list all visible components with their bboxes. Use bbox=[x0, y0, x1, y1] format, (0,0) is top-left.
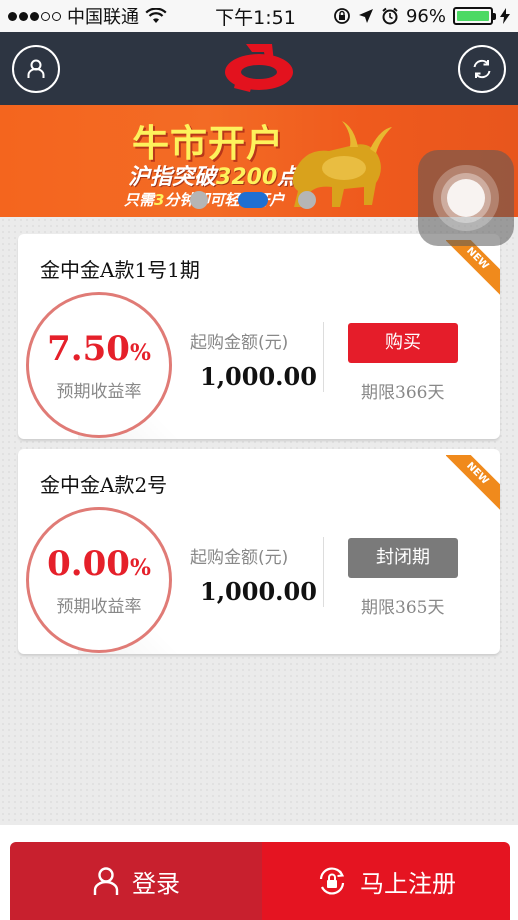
refresh-button[interactable] bbox=[458, 45, 506, 93]
wifi-icon bbox=[145, 8, 167, 23]
min-amount-value: 1,000.00 bbox=[200, 577, 317, 606]
charging-icon bbox=[500, 8, 510, 24]
user-icon bbox=[93, 867, 119, 895]
signal-strength-icon bbox=[8, 11, 61, 21]
register-button[interactable]: 马上注册 bbox=[262, 842, 510, 920]
assistive-touch-button[interactable] bbox=[418, 150, 514, 246]
expected-rate: 0.00% bbox=[47, 543, 151, 584]
lock-refresh-icon bbox=[319, 867, 345, 895]
min-amount-label: 起购金额(元) bbox=[190, 548, 289, 568]
rate-circle: 0.00% 预期收益率 bbox=[26, 507, 172, 653]
product-list: 金中金A款1号1期 NEW 7.50% 预期收益率 起购金额(元) 1,000.… bbox=[0, 217, 518, 825]
banner-page-dot[interactable] bbox=[298, 191, 316, 209]
rate-circle: 7.50% 预期收益率 bbox=[26, 292, 172, 438]
login-label: 登录 bbox=[132, 869, 180, 898]
new-badge: NEW bbox=[446, 240, 500, 296]
rate-label: 预期收益率 bbox=[56, 381, 142, 402]
carrier-name: 中国联通 bbox=[67, 7, 139, 28]
bottom-action-bar: 登录 马上注册 bbox=[0, 825, 518, 920]
term-text: 期限365天 bbox=[361, 598, 445, 618]
divider bbox=[323, 537, 324, 607]
buy-button[interactable]: 购买 bbox=[348, 323, 458, 363]
rate-label: 预期收益率 bbox=[56, 596, 142, 617]
register-label: 马上注册 bbox=[360, 869, 456, 898]
refresh-icon bbox=[473, 59, 491, 79]
divider bbox=[323, 322, 324, 392]
location-icon bbox=[358, 9, 373, 23]
status-bar: 中国联通 下午1:51 96% bbox=[0, 0, 518, 32]
login-button[interactable]: 登录 bbox=[10, 842, 262, 920]
orientation-lock-icon bbox=[334, 8, 350, 24]
profile-button[interactable] bbox=[12, 45, 60, 93]
banner-pager[interactable] bbox=[190, 191, 316, 209]
status-bar-right: 96% bbox=[333, 6, 510, 27]
product-card[interactable]: 金中金A款2号 NEW 0.00% 预期收益率 起购金额(元) 1,000.00… bbox=[18, 449, 500, 654]
min-amount-value: 1,000.00 bbox=[200, 362, 317, 391]
product-title: 金中金A款2号 bbox=[40, 473, 168, 497]
app-header bbox=[0, 32, 518, 105]
battery-icon bbox=[453, 7, 496, 25]
product-card[interactable]: 金中金A款1号1期 NEW 7.50% 预期收益率 起购金额(元) 1,000.… bbox=[18, 234, 500, 439]
term-text: 期限366天 bbox=[361, 383, 445, 403]
brand-logo-icon bbox=[225, 44, 293, 92]
closed-period-button[interactable]: 封闭期 bbox=[348, 538, 458, 578]
banner-page-dot-active[interactable] bbox=[238, 192, 268, 208]
alarm-icon bbox=[382, 7, 398, 25]
battery-percent: 96% bbox=[405, 5, 446, 27]
min-amount-label: 起购金额(元) bbox=[190, 333, 289, 353]
banner-page-dot[interactable] bbox=[190, 191, 208, 209]
status-time: 下午1:51 bbox=[215, 6, 296, 29]
user-icon bbox=[27, 59, 45, 78]
banner-subtitle: 沪指突破3200点 bbox=[128, 165, 300, 190]
product-title: 金中金A款1号1期 bbox=[40, 258, 200, 282]
expected-rate: 7.50% bbox=[47, 328, 151, 369]
new-badge: NEW bbox=[446, 455, 500, 511]
